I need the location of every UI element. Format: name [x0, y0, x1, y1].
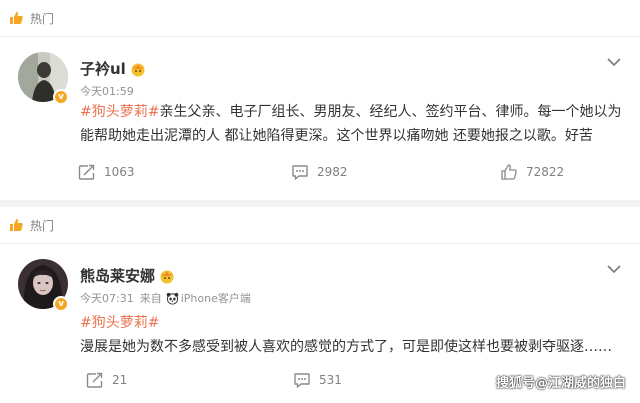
member-crown-icon [160, 270, 174, 283]
watermark: 搜狐号@江湖威的独白 [495, 376, 626, 391]
repost-count: 1063 [104, 165, 135, 179]
comment-button[interactable]: 2982 [291, 163, 348, 181]
post-separator [0, 200, 640, 207]
weibo-post: 热门 v 子衿ul 今天01:59 #狗头萝莉#亲生父亲、电子厂组长、男朋友、经… [0, 0, 640, 200]
action-bar: 1063 2982 72822 [0, 163, 640, 185]
author-row: 子衿ul [80, 58, 146, 79]
hot-label: 热门 [30, 218, 55, 233]
content-line: 漫展是她为数不多感受到被人喜欢的感觉的方式了，可是即使这样也要被剥夺驱逐…… [80, 339, 612, 355]
divider-line [0, 36, 640, 37]
post-source[interactable]: iPhone客户端 [181, 290, 251, 306]
comment-button[interactable]: 531 [293, 371, 342, 389]
thumbs-up-icon [501, 164, 517, 180]
comment-count: 531 [319, 373, 342, 387]
post-content: #狗头萝莉#亲生父亲、电子厂组长、男朋友、经纪人、签约平台、律师。每一个她以为 … [80, 100, 625, 148]
chevron-down-icon[interactable] [606, 56, 622, 68]
hot-label: 热门 [30, 11, 55, 26]
repost-icon [78, 164, 96, 180]
post-meta: 今天01:59 [80, 83, 134, 99]
post-time[interactable]: 今天07:31 [80, 290, 134, 306]
verified-badge-icon: v [53, 89, 69, 105]
post-meta: 今天07:31 来自 iPhone客户端 [80, 290, 251, 306]
content-line: #狗头萝莉#亲生父亲、电子厂组长、男朋友、经纪人、签约平台、律师。每一个她以为 [80, 100, 625, 124]
author-name[interactable]: 子衿ul [80, 58, 126, 79]
hot-label-row: 热门 [8, 9, 54, 27]
panda-icon [166, 292, 178, 305]
repost-count: 21 [112, 373, 128, 387]
weibo-post: 热门 v 熊岛莱安娜 今天07:31 来自 iPhone客户端 #狗头萝莉# 漫… [0, 207, 640, 403]
source-prefix: 来自 [139, 292, 162, 305]
post-content: #狗头萝莉# 漫展是她为数不多感受到被人喜欢的感觉的方式了，可是即使这样也要被剥… [80, 311, 625, 359]
hashtag-link[interactable]: #狗头萝莉# [80, 315, 159, 331]
comment-count: 2982 [317, 165, 348, 179]
repost-icon [86, 372, 104, 388]
content-line: #狗头萝莉# [80, 311, 625, 335]
post-time[interactable]: 今天01:59 [80, 83, 134, 99]
content-line: 能帮助她走出泥潭的人 都让她陷得更深。这个世界以痛吻她 还要她报之以歌。好苦 [80, 128, 593, 144]
comment-icon [292, 165, 308, 180]
repost-button[interactable]: 21 [86, 371, 127, 389]
like-count: 72822 [526, 165, 565, 179]
hashtag-link[interactable]: #狗头萝莉# [80, 104, 159, 120]
author-name[interactable]: 熊岛莱安娜 [80, 265, 155, 286]
thumbs-up-hot-icon [10, 218, 23, 231]
verified-badge-icon: v [53, 296, 69, 312]
like-button[interactable]: 72822 [500, 163, 564, 181]
member-crown-icon [131, 63, 145, 76]
divider-line [0, 243, 640, 244]
thumbs-up-hot-icon [10, 11, 23, 24]
author-row: 熊岛莱安娜 [80, 265, 175, 286]
chevron-down-icon[interactable] [606, 263, 622, 275]
comment-icon [294, 373, 310, 388]
repost-button[interactable]: 1063 [78, 163, 135, 181]
hot-label-row: 热门 [8, 216, 54, 234]
content-text: 亲生父亲、电子厂组长、男朋友、经纪人、签约平台、律师。每一个她以为 [159, 104, 622, 120]
